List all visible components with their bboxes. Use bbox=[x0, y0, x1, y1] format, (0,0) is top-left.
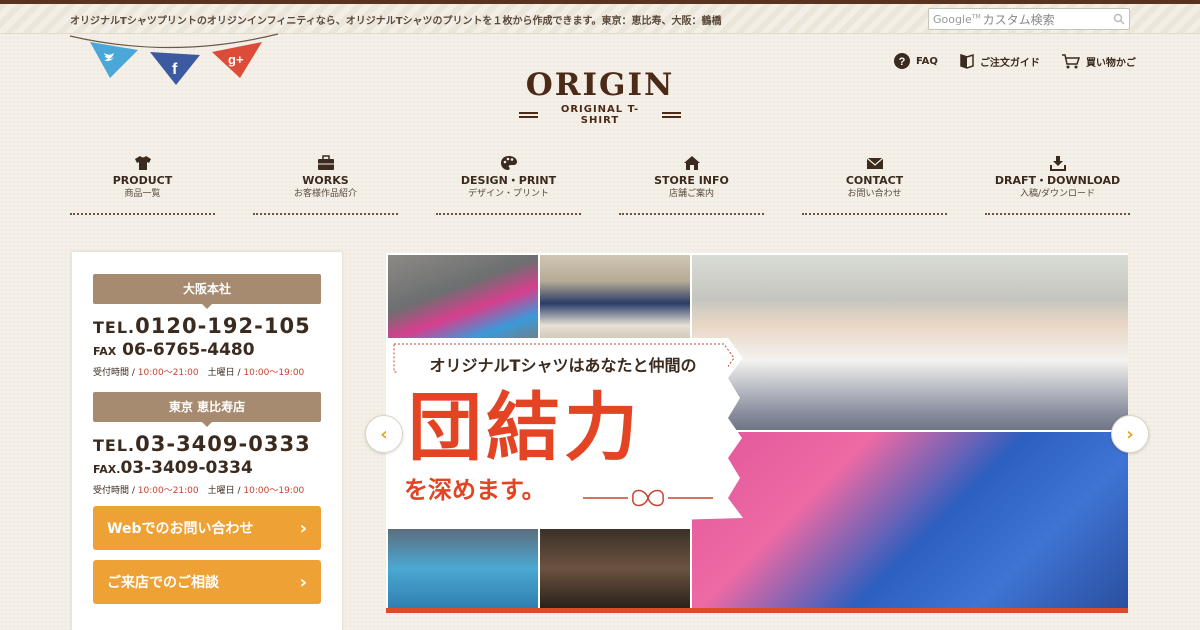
googleplus-icon[interactable]: g+ bbox=[212, 42, 262, 78]
office-hours: 受付時間 / 10:00〜21:00 土曜日 / 10:00〜19:00 bbox=[93, 486, 305, 496]
caption-bottom: を深めます。 bbox=[404, 476, 546, 504]
global-nav: PRODUCT 商品一覧 WORKS お客様作品紹介 DESIGN・PRINT … bbox=[70, 155, 1130, 215]
web-inquiry-button[interactable]: Webでのお問い合わせ › bbox=[93, 506, 321, 550]
office-title: 大阪本社 bbox=[93, 274, 321, 309]
faq-link[interactable]: ? FAQ bbox=[894, 53, 938, 69]
office-tokyo: 東京 恵比寿店 TEL.03-3409-0333 FAX.03-3409-033… bbox=[93, 392, 321, 496]
contact-sidebar: 大阪本社 TEL.0120-192-105 FAX 06-6765-4480 受… bbox=[72, 252, 342, 630]
svg-text:f: f bbox=[172, 61, 178, 78]
svg-text:?: ? bbox=[899, 56, 906, 68]
palette-icon bbox=[500, 156, 517, 170]
tshirt-icon bbox=[134, 156, 151, 170]
photo-stage-group bbox=[540, 529, 690, 608]
google-logo: GoogleTM bbox=[933, 12, 981, 26]
caption-top: オリジナルTシャツはあなたと仲間の bbox=[398, 350, 728, 378]
order-guide-link[interactable]: ご注文ガイド bbox=[960, 53, 1040, 69]
question-icon: ? bbox=[894, 53, 910, 69]
gnav-draft-download[interactable]: DRAFT・DOWNLOAD 入稿/ダウンロード bbox=[985, 155, 1130, 215]
photo-team-blue-pink bbox=[692, 432, 1128, 608]
utility-nav: ? FAQ ご注文ガイド 買い物かご bbox=[894, 53, 1136, 69]
chevron-right-icon: › bbox=[299, 571, 307, 593]
photo-girls-pink bbox=[388, 255, 538, 343]
site-logo[interactable]: ORIGIN ORIGINAL T-SHIRT bbox=[519, 68, 681, 126]
slider-caption: オリジナルTシャツはあなたと仲間の 団結力 を深めます。 bbox=[388, 338, 743, 528]
ribbon-decoration bbox=[583, 489, 713, 507]
home-icon bbox=[683, 156, 700, 170]
office-fax: FAX.03-3409-0334 bbox=[93, 458, 253, 478]
office-tel[interactable]: TEL.03-3409-0333 bbox=[93, 432, 321, 456]
gnav-product[interactable]: PRODUCT 商品一覧 bbox=[70, 155, 215, 215]
search-box[interactable]: GoogleTM カスタム検索 bbox=[928, 8, 1130, 30]
cart-link[interactable]: 買い物かご bbox=[1061, 53, 1136, 69]
photo-girls-white bbox=[692, 255, 1128, 430]
gnav-works[interactable]: WORKS お客様作品紹介 bbox=[253, 155, 398, 215]
logo-main: ORIGIN bbox=[525, 67, 675, 103]
office-hours: 受付時間 / 10:00〜21:00 土曜日 / 10:00〜19:00 bbox=[93, 368, 305, 378]
svg-text:g+: g+ bbox=[228, 52, 244, 67]
download-icon bbox=[1049, 156, 1066, 171]
gnav-contact[interactable]: CONTACT お問い合わせ bbox=[802, 155, 947, 215]
header-tagline: オリジナルTシャツプリントのオリジンインフィニティなら、オリジナルTシャツのプリ… bbox=[70, 16, 722, 27]
twitter-icon[interactable] bbox=[90, 42, 138, 78]
gnav-store-info[interactable]: STORE INFO 店舗ご案内 bbox=[619, 155, 764, 215]
slider-prev-button[interactable]: ‹ bbox=[365, 415, 403, 453]
caption-main: 団結力 bbox=[408, 385, 642, 471]
search-input[interactable]: カスタム検索 bbox=[983, 11, 1113, 28]
search-icon[interactable] bbox=[1113, 13, 1125, 25]
photo-blue-shirts bbox=[388, 529, 538, 608]
facebook-icon[interactable]: f bbox=[150, 52, 200, 85]
social-bunting: f g+ bbox=[69, 33, 279, 85]
office-fax: FAX 06-6765-4480 bbox=[93, 340, 255, 360]
office-title: 東京 恵比寿店 bbox=[93, 392, 321, 427]
office-osaka: 大阪本社 TEL.0120-192-105 FAX 06-6765-4480 受… bbox=[93, 274, 321, 378]
briefcase-icon bbox=[317, 155, 334, 170]
store-consultation-button[interactable]: ご来店でのご相談 › bbox=[93, 560, 321, 604]
photo-group-navy bbox=[540, 255, 690, 343]
office-tel[interactable]: TEL.0120-192-105 bbox=[93, 314, 321, 338]
chevron-right-icon: › bbox=[299, 517, 307, 539]
logo-sub: ORIGINAL T-SHIRT bbox=[519, 104, 681, 126]
cart-icon bbox=[1061, 53, 1080, 68]
mail-icon bbox=[866, 157, 883, 169]
slider-next-button[interactable]: › bbox=[1111, 415, 1149, 453]
guide-icon bbox=[960, 53, 974, 69]
gnav-design-print[interactable]: DESIGN・PRINT デザイン・プリント bbox=[436, 155, 581, 215]
